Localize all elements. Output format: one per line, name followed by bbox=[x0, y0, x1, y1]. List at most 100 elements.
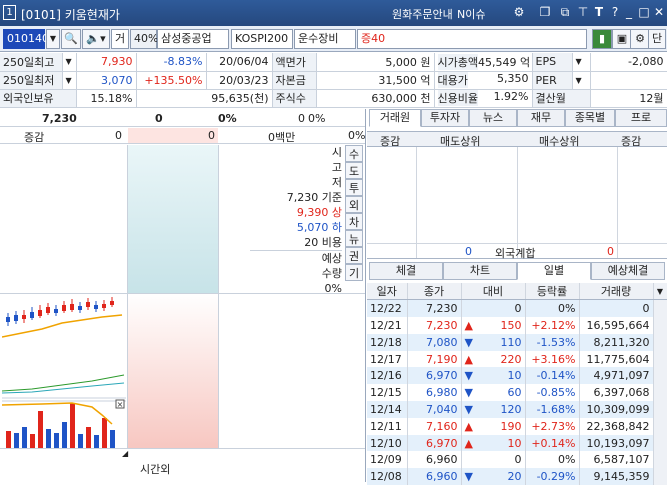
col-close: 종가 bbox=[407, 283, 462, 301]
daily-table: 일자 종가 대비 등락률 거래량 ▼ 12/22 7,230 0 0% 0 12/21 7,… bbox=[367, 283, 667, 485]
foreign-buy-total: 0 bbox=[607, 245, 614, 258]
side-tab[interactable]: 권 bbox=[345, 247, 363, 264]
scrollbar[interactable] bbox=[653, 367, 667, 385]
green-flag-icon[interactable]: ▮ bbox=[592, 29, 612, 49]
high250-rate: -8.83% bbox=[136, 53, 207, 72]
table-row[interactable]: 12/15 6,980 ▼ 60 -0.85% 6,397,068 bbox=[367, 384, 667, 402]
diff-cell: ▼ 60 bbox=[461, 384, 526, 402]
pin-icon[interactable]: ⊤ bbox=[576, 5, 590, 19]
shares-value: 630,000 천 bbox=[316, 89, 435, 108]
minimize-icon[interactable]: _ bbox=[622, 5, 636, 19]
dropdown-icon[interactable]: ▼ bbox=[62, 71, 77, 90]
side-tab[interactable]: 투 bbox=[345, 179, 363, 196]
rate-cell: 0% bbox=[525, 451, 580, 469]
scrollbar[interactable] bbox=[653, 384, 667, 402]
mini-chart[interactable]: × bbox=[1, 293, 126, 448]
table-row[interactable]: 12/17 7,190 ▲ 220 +3.16% 11,775,604 bbox=[367, 350, 667, 368]
up-arrow-icon: ▲ bbox=[464, 419, 473, 433]
scrollbar[interactable] bbox=[653, 317, 667, 334]
link-window-icon[interactable]: ⧉ bbox=[558, 5, 572, 19]
foreign-label: 외국인보유 bbox=[0, 89, 77, 108]
help-icon[interactable]: ? bbox=[608, 5, 622, 19]
font-size-icon[interactable]: T bbox=[592, 5, 606, 19]
diff-value: 10 bbox=[507, 369, 522, 383]
diff-cell: ▲ 150 bbox=[461, 317, 526, 334]
col-volume: 거래량 bbox=[579, 283, 654, 301]
diff-cell: ▲ 10 bbox=[461, 434, 526, 452]
broker-header: 증감 매도상위 매수상위 증감 bbox=[367, 131, 667, 148]
up-arrow-icon: ▲ bbox=[464, 318, 473, 332]
tab-trades[interactable]: 체결 bbox=[369, 262, 443, 280]
tab-daily[interactable]: 일별 bbox=[517, 262, 591, 280]
order-info-link[interactable]: 원화주문안내 bbox=[392, 6, 453, 22]
volume-cell: 6,397,068 bbox=[579, 384, 654, 402]
scrollbar[interactable] bbox=[653, 451, 667, 469]
stock-code-input[interactable]: 010140 bbox=[3, 29, 49, 49]
side-tab[interactable]: 외 bbox=[345, 196, 363, 213]
per-dropdown-icon[interactable]: ▼ bbox=[572, 71, 591, 90]
side-tab[interactable]: 기 bbox=[345, 264, 363, 281]
close-icon[interactable]: ✕ bbox=[652, 5, 666, 19]
table-row[interactable]: 12/21 7,230 ▲ 150 +2.12% 16,595,664 bbox=[367, 317, 667, 334]
table-row[interactable]: 12/16 6,970 ▼ 10 -0.14% 4,971,097 bbox=[367, 367, 667, 385]
save-icon[interactable]: ▣ bbox=[612, 29, 632, 49]
table-row[interactable]: 12/14 7,040 ▼ 120 -1.68% 10,309,099 bbox=[367, 401, 667, 418]
settings-gear-icon[interactable]: ⚙ bbox=[512, 5, 526, 19]
scrollbar[interactable] bbox=[653, 333, 667, 351]
scrollbar[interactable] bbox=[653, 300, 667, 318]
side-tab[interactable]: 도 bbox=[345, 162, 363, 179]
copy-window-icon[interactable]: ❐ bbox=[538, 5, 552, 19]
table-row[interactable]: 12/09 6,960 0 0% 6,587,107 bbox=[367, 451, 667, 469]
info-row: 250일최고 ▼ 7,930 -8.83% 20/06/04 액면가 5,000… bbox=[0, 53, 667, 72]
side-tab[interactable]: 차 bbox=[345, 213, 363, 230]
tab-brokers[interactable]: 거래원 bbox=[369, 109, 421, 127]
table-row[interactable]: 12/18 7,080 ▼ 110 -1.53% 8,211,320 bbox=[367, 333, 667, 351]
table-row[interactable]: 12/10 6,970 ▲ 10 +0.14% 10,193,097 bbox=[367, 434, 667, 452]
tab-news[interactable]: 뉴스 bbox=[469, 109, 517, 127]
volume-bars bbox=[6, 403, 115, 448]
scrollbar[interactable] bbox=[653, 434, 667, 452]
issue-link[interactable]: N이슈 bbox=[457, 6, 485, 22]
speaker-icon[interactable]: 🔈▾ bbox=[82, 29, 110, 49]
table-row[interactable]: 12/11 7,160 ▲ 190 +2.73% 22,368,842 bbox=[367, 417, 667, 435]
down-arrow-icon: ▼ bbox=[464, 335, 473, 349]
maximize-icon[interactable]: □ bbox=[637, 5, 651, 19]
rate-cell: -1.68% bbox=[525, 401, 580, 418]
tab-finance[interactable]: 재무 bbox=[517, 109, 565, 127]
tab-by-stock[interactable]: 종목별 bbox=[565, 109, 615, 127]
cost-value: 20 비용 bbox=[304, 236, 342, 249]
scrollbar[interactable] bbox=[653, 350, 667, 368]
eps-dropdown-icon[interactable]: ▼ bbox=[572, 53, 591, 72]
side-tab[interactable]: 뉴 bbox=[345, 230, 363, 247]
diff-value: 110 bbox=[500, 335, 522, 349]
side-tab[interactable]: 수 bbox=[345, 145, 363, 162]
table-row[interactable]: 12/22 7,230 0 0% 0 bbox=[367, 300, 667, 318]
search-icon[interactable]: 🔍 bbox=[61, 29, 81, 49]
tab-expected[interactable]: 예상체결 bbox=[591, 262, 665, 280]
side-label: 시 bbox=[331, 146, 342, 159]
price-summary-row: 7,230 0 0% 0 0% bbox=[0, 111, 365, 127]
table-row[interactable]: 12/08 6,960 ▼ 20 -0.29% 9,145,359 bbox=[367, 468, 667, 485]
tab-chart[interactable]: 차트 bbox=[443, 262, 517, 280]
rate-cell: +2.73% bbox=[525, 417, 580, 435]
ask-area bbox=[128, 145, 218, 293]
eps-label: EPS bbox=[532, 53, 573, 72]
dropdown-icon[interactable]: ▼ bbox=[62, 53, 77, 72]
tab-program[interactable]: 프로 bbox=[615, 109, 667, 127]
volume-cell: 16,595,664 bbox=[579, 317, 654, 334]
down-arrow-icon: ▼ bbox=[464, 386, 473, 400]
code-dropdown-icon[interactable]: ▼ bbox=[46, 29, 60, 49]
close-cell: 7,080 bbox=[407, 333, 462, 351]
col-rate: 등락률 bbox=[525, 283, 580, 301]
after-hours-label: 시간외 bbox=[140, 463, 171, 476]
tab-investors[interactable]: 투자자 bbox=[421, 109, 469, 127]
scrollbar[interactable] bbox=[653, 401, 667, 418]
high250-value: 7,930 bbox=[76, 53, 137, 72]
scrollbar[interactable] bbox=[653, 468, 667, 485]
options-gear-icon[interactable]: ⚙ bbox=[630, 29, 650, 49]
date-cell: 12/14 bbox=[367, 401, 408, 418]
single-button[interactable]: 단 bbox=[648, 29, 666, 49]
col-dropdown-icon[interactable]: ▼ bbox=[653, 283, 667, 301]
scrollbar[interactable] bbox=[653, 417, 667, 435]
title-bar: 1 [0101] 키움현재가 원화주문안내 N이슈 ⚙ ❐ ⧉ ⊤ T ? _ … bbox=[0, 0, 667, 26]
